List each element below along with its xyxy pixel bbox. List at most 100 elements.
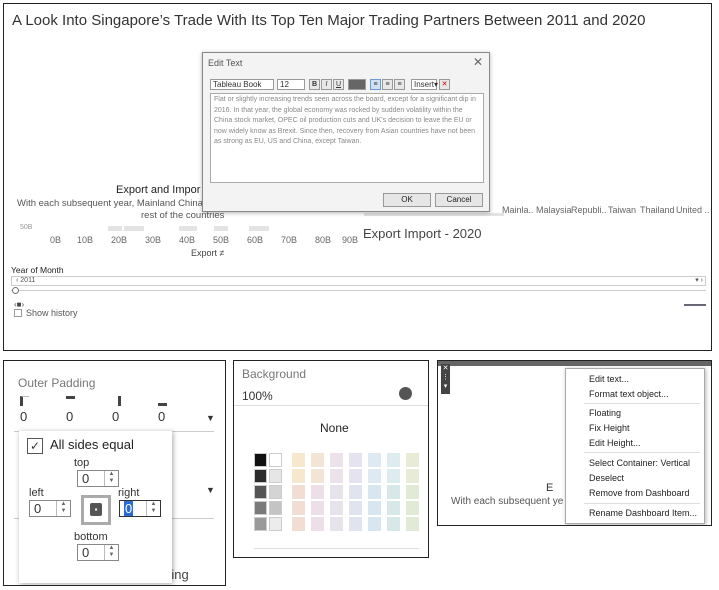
- view-toggle-icon[interactable]: [684, 300, 706, 306]
- color-swatch[interactable]: [269, 469, 282, 483]
- playback-controls[interactable]: ‹■›: [14, 300, 24, 309]
- year-filter-dropdown[interactable]: ‹ 2011 ▾ ›: [11, 276, 706, 286]
- color-swatch[interactable]: [349, 469, 362, 483]
- country-label: Thailand: [640, 205, 675, 215]
- color-swatch[interactable]: [254, 501, 267, 515]
- color-swatch[interactable]: [269, 501, 282, 515]
- dashboard-panel: A Look Into Singapore’s Trade With Its T…: [3, 3, 712, 351]
- color-swatch[interactable]: [330, 453, 343, 467]
- color-swatch[interactable]: [387, 517, 400, 531]
- color-swatch[interactable]: [368, 469, 381, 483]
- color-swatch[interactable]: [368, 453, 381, 467]
- color-swatch[interactable]: [330, 469, 343, 483]
- dropdown-arrow-icon[interactable]: ▾ ›: [695, 277, 703, 285]
- font-color-button[interactable]: [348, 79, 366, 90]
- menu-item-floating[interactable]: Floating: [589, 408, 621, 418]
- color-dot-icon[interactable]: [399, 387, 412, 400]
- country-label: Republi..: [571, 205, 607, 215]
- color-swatch[interactable]: [406, 517, 419, 531]
- color-swatch[interactable]: [368, 501, 381, 515]
- color-swatch[interactable]: [349, 501, 362, 515]
- slider-track[interactable]: [11, 290, 706, 291]
- color-swatch[interactable]: [292, 485, 305, 499]
- color-swatch[interactable]: [311, 485, 324, 499]
- color-swatch[interactable]: [311, 517, 324, 531]
- none-option[interactable]: None: [320, 421, 349, 435]
- background-heading: Background: [242, 367, 307, 381]
- color-swatch[interactable]: [254, 485, 267, 499]
- font-size-select[interactable]: 12: [277, 79, 305, 90]
- color-swatch[interactable]: [292, 517, 305, 531]
- color-swatch[interactable]: [406, 469, 419, 483]
- edit-text-dialog: Edit Text ✕ Tableau Book 12 B I U ≡ ≡ ≡ …: [202, 52, 490, 212]
- color-swatch[interactable]: [269, 485, 282, 499]
- insert-button[interactable]: Insert▾: [411, 79, 438, 90]
- color-swatch[interactable]: [387, 501, 400, 515]
- color-swatch[interactable]: [406, 501, 419, 515]
- chart-heading: Export and Impor: [116, 184, 201, 196]
- color-swatch[interactable]: [387, 469, 400, 483]
- bottom-spinner[interactable]: 0 ▲ ▼: [77, 544, 119, 561]
- font-select[interactable]: Tableau Book: [210, 79, 274, 90]
- color-swatch[interactable]: [311, 501, 324, 515]
- chevron-down-icon[interactable]: ▼: [206, 413, 215, 423]
- color-swatch[interactable]: [368, 517, 381, 531]
- close-icon[interactable]: ✕: [473, 55, 483, 69]
- color-swatch[interactable]: [311, 453, 324, 467]
- dashboard-title[interactable]: A Look Into Singapore’s Trade With Its T…: [12, 12, 645, 29]
- color-swatch[interactable]: [269, 453, 282, 467]
- right-spinner[interactable]: 0 ▲ ▼: [119, 500, 161, 517]
- align-left-icon[interactable]: ≡: [370, 79, 381, 90]
- show-history-checkbox[interactable]: [14, 309, 22, 317]
- color-swatch[interactable]: [349, 453, 362, 467]
- color-swatch[interactable]: [349, 485, 362, 499]
- menu-item-fix-height[interactable]: Fix Height: [589, 423, 630, 433]
- menu-item-format-text[interactable]: Format text object...: [589, 389, 669, 399]
- align-right-icon[interactable]: ≡: [394, 79, 405, 90]
- color-swatch[interactable]: [387, 453, 400, 467]
- align-center-icon[interactable]: ≡: [382, 79, 393, 90]
- x-tick: 50B: [213, 235, 230, 245]
- chart2-title: Export Import - 2020: [363, 226, 482, 241]
- chevron-down-icon[interactable]: ▼: [206, 485, 215, 495]
- color-swatch[interactable]: [311, 469, 324, 483]
- color-swatch[interactable]: [330, 485, 343, 499]
- outer-padding-panel: Outer Padding 0 0 0 0 ▼ ▼ A Look Into Si…: [3, 360, 226, 586]
- color-swatch[interactable]: [292, 501, 305, 515]
- all-sides-checkbox[interactable]: ✓: [27, 438, 43, 454]
- text-editor[interactable]: Flat or slightly increasing trends seen …: [210, 93, 484, 183]
- left-spinner[interactable]: 0 ▲ ▼: [29, 500, 71, 517]
- lock-icon[interactable]: ▪: [90, 503, 102, 516]
- cancel-button[interactable]: Cancel: [435, 193, 483, 207]
- color-swatch[interactable]: [387, 485, 400, 499]
- menu-item-edit-text[interactable]: Edit text...: [589, 374, 629, 384]
- underline-button[interactable]: U: [333, 79, 344, 90]
- color-swatch[interactable]: [406, 485, 419, 499]
- italic-button[interactable]: I: [321, 79, 332, 90]
- color-swatch[interactable]: [292, 453, 305, 467]
- item-handle-icon[interactable]: ✕ ⋮ ▾: [441, 364, 450, 394]
- opacity-value[interactable]: 100%: [242, 389, 273, 403]
- show-history-label: Show history: [26, 308, 78, 318]
- clear-format-icon[interactable]: ✕: [439, 79, 450, 90]
- color-swatch[interactable]: [406, 453, 419, 467]
- menu-item-select-container[interactable]: Select Container: Vertical: [589, 458, 690, 468]
- menu-item-remove[interactable]: Remove from Dashboard: [589, 488, 690, 498]
- color-swatch[interactable]: [254, 517, 267, 531]
- color-swatch[interactable]: [330, 517, 343, 531]
- bold-button[interactable]: B: [309, 79, 320, 90]
- color-swatch[interactable]: [368, 485, 381, 499]
- top-spinner[interactable]: 0 ▲ ▼: [77, 470, 119, 487]
- color-swatch[interactable]: [330, 501, 343, 515]
- color-swatch[interactable]: [254, 453, 267, 467]
- pad-value-right: 0: [112, 409, 120, 424]
- color-swatch[interactable]: [269, 517, 282, 531]
- slider-handle[interactable]: [12, 287, 19, 294]
- menu-item-edit-height[interactable]: Edit Height...: [589, 438, 641, 448]
- menu-item-rename[interactable]: Rename Dashboard Item...: [589, 508, 697, 518]
- menu-item-deselect[interactable]: Deselect: [589, 473, 624, 483]
- color-swatch[interactable]: [292, 469, 305, 483]
- color-swatch[interactable]: [349, 517, 362, 531]
- color-swatch[interactable]: [254, 469, 267, 483]
- ok-button[interactable]: OK: [383, 193, 431, 207]
